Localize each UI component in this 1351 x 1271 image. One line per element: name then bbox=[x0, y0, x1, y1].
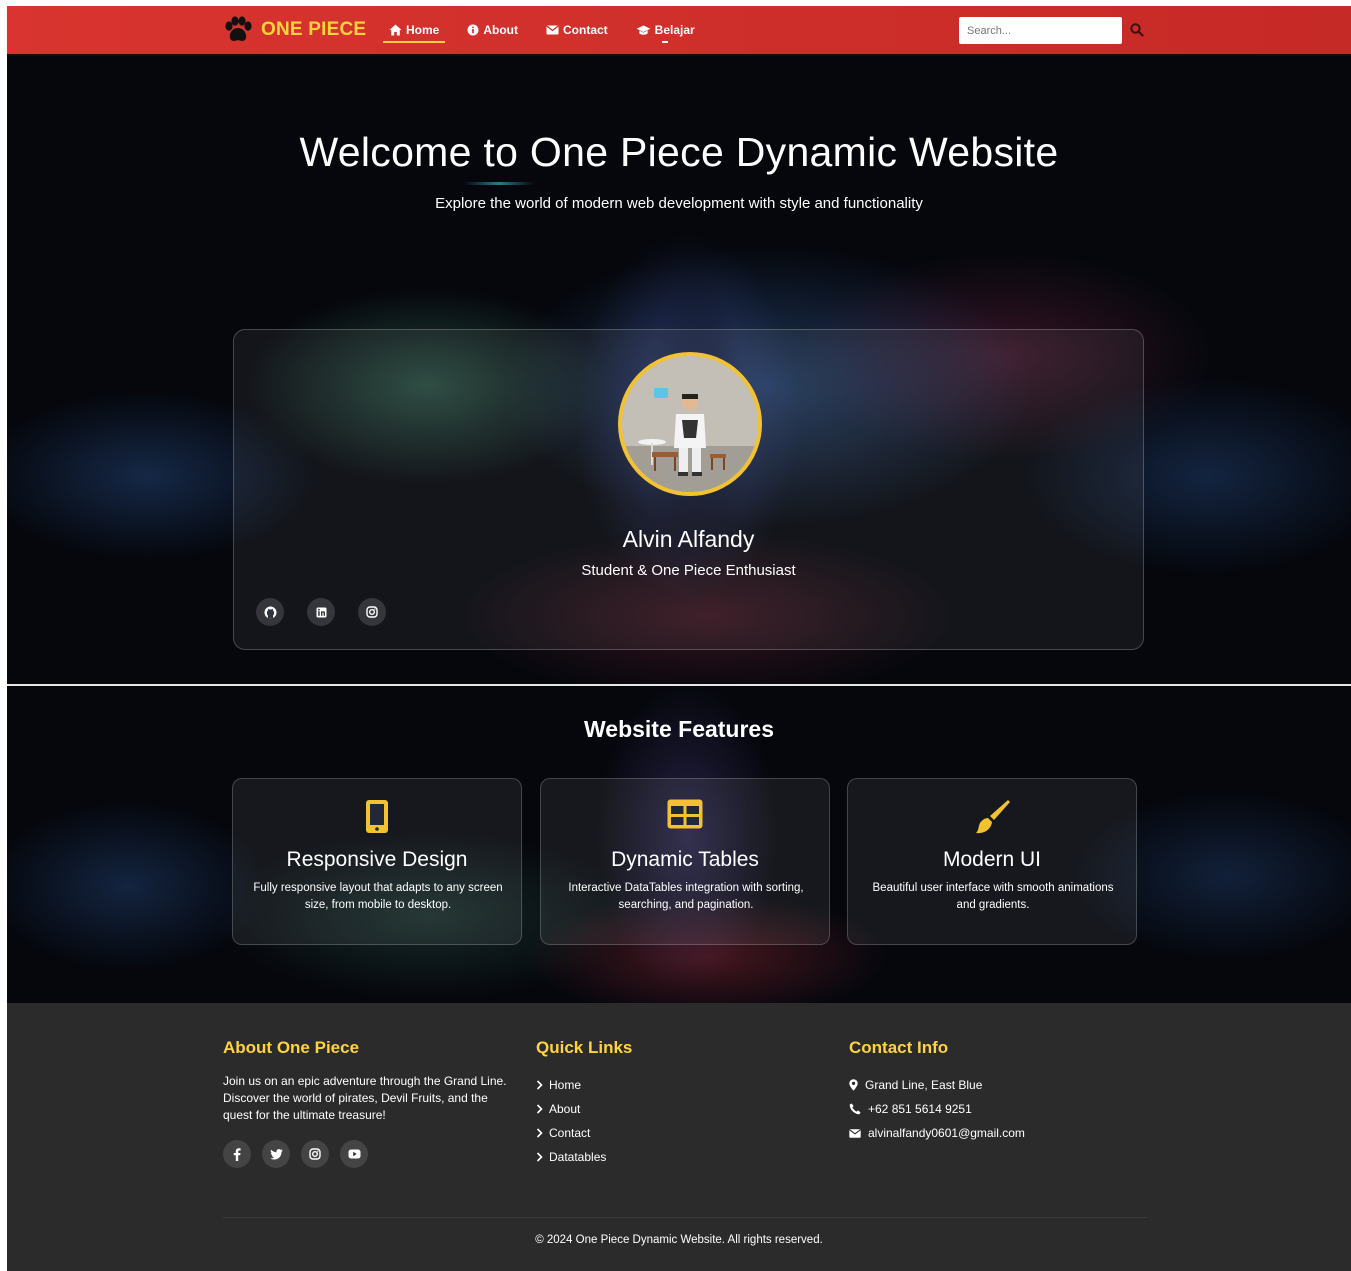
footer-link-datatables[interactable]: Datatables bbox=[536, 1145, 606, 1169]
footer-social-links bbox=[223, 1140, 368, 1168]
instagram-icon bbox=[366, 606, 378, 618]
mobile-icon bbox=[366, 800, 388, 833]
facebook-icon bbox=[233, 1147, 241, 1161]
footer-contact-list: Grand Line, East Blue +62 851 5614 9251 … bbox=[849, 1073, 1025, 1145]
nav-home[interactable]: Home bbox=[383, 6, 446, 54]
feature-card-modern-ui: Modern UI Beautiful user interface with … bbox=[847, 778, 1137, 945]
contact-address: Grand Line, East Blue bbox=[849, 1073, 1025, 1097]
contact-address-text: Grand Line, East Blue bbox=[865, 1078, 983, 1092]
nav-contact[interactable]: Contact bbox=[540, 6, 614, 54]
feature-card-responsive: Responsive Design Fully responsive layou… bbox=[232, 778, 522, 945]
twitter-icon bbox=[269, 1148, 283, 1159]
footer-link-label: Home bbox=[549, 1078, 582, 1092]
instagram-link[interactable] bbox=[358, 598, 386, 626]
footer-link-label: Contact bbox=[549, 1126, 591, 1140]
envelope-icon bbox=[546, 25, 559, 35]
feature-title: Responsive Design bbox=[286, 848, 468, 871]
github-link[interactable] bbox=[256, 598, 284, 626]
instagram-icon bbox=[309, 1148, 321, 1160]
phone-icon bbox=[849, 1103, 861, 1115]
search-icon[interactable] bbox=[1129, 22, 1145, 38]
nav-contact-label: Contact bbox=[563, 23, 608, 37]
navbar: ONE PIECE Home About Contact Belajar Sea… bbox=[7, 6, 1351, 56]
copyright-text: © 2024 One Piece Dynamic Website. All ri… bbox=[535, 1234, 823, 1246]
hero-title: Welcome to One Piece Dynamic Website bbox=[299, 129, 1059, 175]
youtube-icon bbox=[348, 1149, 360, 1159]
brand[interactable]: ONE PIECE bbox=[223, 16, 366, 44]
nav-belajar[interactable]: Belajar bbox=[630, 6, 701, 54]
profile-card: Alvin Alfandy Student & One Piece Enthus… bbox=[233, 329, 1144, 650]
feature-description: Interactive DataTables integration with … bbox=[568, 882, 804, 911]
search-input[interactable] bbox=[959, 17, 1122, 44]
avatar bbox=[618, 352, 762, 496]
feature-card-tables: Dynamic Tables Interactive DataTables in… bbox=[540, 778, 830, 945]
contact-phone: +62 851 5614 9251 bbox=[849, 1097, 1025, 1121]
nav-about[interactable]: About bbox=[461, 6, 524, 54]
chevron-right-icon bbox=[536, 1152, 543, 1162]
table-icon bbox=[667, 799, 703, 829]
nav-links: Home About Contact Belajar bbox=[383, 6, 717, 54]
profile-social-links bbox=[256, 598, 386, 626]
footer-link-contact[interactable]: Contact bbox=[536, 1121, 606, 1145]
paw-icon bbox=[225, 16, 252, 41]
footer-link-label: Datatables bbox=[549, 1150, 607, 1164]
contact-phone-text: +62 851 5614 9251 bbox=[868, 1102, 972, 1116]
profile-role: Student & One Piece Enthusiast bbox=[581, 562, 796, 579]
footer-links-title: Quick Links bbox=[536, 1038, 633, 1057]
footer-link-home[interactable]: Home bbox=[536, 1073, 606, 1097]
info-icon bbox=[467, 24, 479, 36]
footer-about-title: About One Piece bbox=[223, 1038, 360, 1057]
contact-email[interactable]: alvinalfandy0601@gmail.com bbox=[849, 1121, 1025, 1145]
graduation-cap-icon bbox=[636, 25, 651, 35]
feature-title: Modern UI bbox=[942, 848, 1042, 871]
linkedin-icon bbox=[316, 607, 326, 617]
footer-divider bbox=[223, 1217, 1147, 1218]
facebook-link[interactable] bbox=[223, 1140, 251, 1168]
hero-title-underline bbox=[464, 182, 534, 185]
page-frame: ONE PIECE Home About Contact Belajar Sea… bbox=[7, 6, 1351, 1271]
hero-section: Welcome to One Piece Dynamic Website Exp… bbox=[7, 56, 1351, 684]
map-marker-icon bbox=[849, 1079, 858, 1091]
youtube-link[interactable] bbox=[340, 1140, 368, 1168]
feature-title: Dynamic Tables bbox=[611, 848, 759, 871]
home-icon bbox=[389, 24, 402, 36]
paint-brush-icon bbox=[976, 800, 1010, 834]
profile-name: Alvin Alfandy bbox=[622, 526, 755, 552]
footer-instagram-link[interactable] bbox=[301, 1140, 329, 1168]
chevron-right-icon bbox=[536, 1128, 543, 1138]
github-icon bbox=[264, 606, 276, 618]
feature-description: Fully responsive layout that adapts to a… bbox=[253, 882, 503, 911]
chevron-right-icon bbox=[536, 1080, 543, 1090]
twitter-link[interactable] bbox=[262, 1140, 290, 1168]
hero-subtitle: Explore the world of modern web developm… bbox=[435, 195, 923, 212]
envelope-icon bbox=[849, 1128, 861, 1138]
nav-about-label: About bbox=[483, 23, 518, 37]
chevron-right-icon bbox=[536, 1104, 543, 1114]
features-section: Website Features Responsive Design Fully… bbox=[7, 686, 1351, 1003]
feature-description: Beautiful user interface with smooth ani… bbox=[872, 882, 1114, 911]
footer-quick-links: Home About Contact Datatables bbox=[536, 1073, 606, 1169]
footer-link-label: About bbox=[549, 1102, 581, 1116]
brand-name: ONE PIECE bbox=[261, 19, 367, 40]
nav-home-label: Home bbox=[406, 23, 440, 37]
features-title: Website Features bbox=[583, 716, 775, 742]
nav-belajar-label: Belajar bbox=[654, 23, 695, 37]
footer-contact-title: Contact Info bbox=[849, 1038, 949, 1057]
footer-link-about[interactable]: About bbox=[536, 1097, 606, 1121]
footer-about-text: Join us on an epic adventure through the… bbox=[223, 1074, 507, 1122]
contact-email-text: alvinalfandy0601@gmail.com bbox=[868, 1126, 1025, 1140]
linkedin-link[interactable] bbox=[307, 598, 335, 626]
footer: About One Piece Join us on an epic adven… bbox=[7, 1003, 1351, 1271]
